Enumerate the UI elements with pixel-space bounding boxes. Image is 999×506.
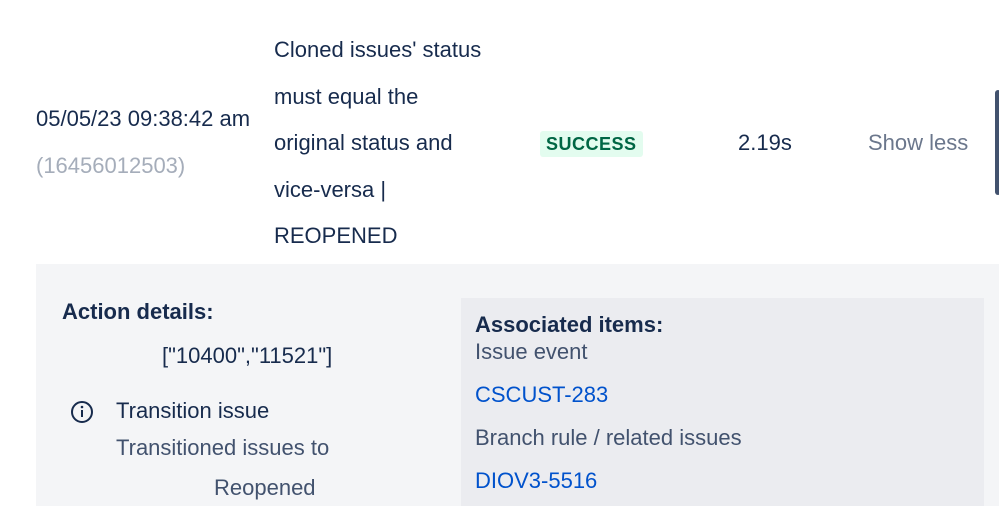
transition-description: Transitioned issues to — [116, 435, 330, 460]
associated-issue-link[interactable]: CSCUST-283 — [475, 381, 608, 409]
rule-line: must equal the — [274, 83, 419, 109]
show-less-button[interactable]: Show less — [868, 128, 968, 158]
rule-line: original status and — [274, 130, 453, 155]
transition-target: Reopened — [214, 475, 316, 500]
rule-line: Cloned issues' status — [274, 37, 482, 62]
rule-line: REOPENED — [274, 223, 398, 248]
execution-date: 05/05/23 09:38:42 am (16456012503) — [36, 96, 256, 189]
info-icon — [70, 400, 94, 424]
action-values: ["10400","11521"] — [162, 343, 333, 368]
transition-action-name: Transition issue — [116, 398, 270, 423]
associated-items-title: Associated items: — [475, 312, 664, 337]
audit-id: (16456012503) — [36, 152, 186, 178]
status-badge: SUCCESS — [540, 131, 643, 157]
rule-line: vice-versa | — [274, 176, 387, 202]
rule-description: Cloned issues' status must equal the ori… — [274, 27, 524, 260]
execution-timestamp: 05/05/23 09:38:42 am — [36, 106, 251, 131]
associated-group-label: Issue event — [475, 339, 588, 364]
action-details-title: Action details: — [62, 299, 214, 324]
duration: 2.19s — [738, 130, 792, 155]
associated-issue-link[interactable]: DIOV3-5516 — [475, 467, 597, 495]
associated-group-label: Branch rule / related issues — [475, 425, 742, 450]
scrollbar[interactable] — [995, 90, 999, 195]
